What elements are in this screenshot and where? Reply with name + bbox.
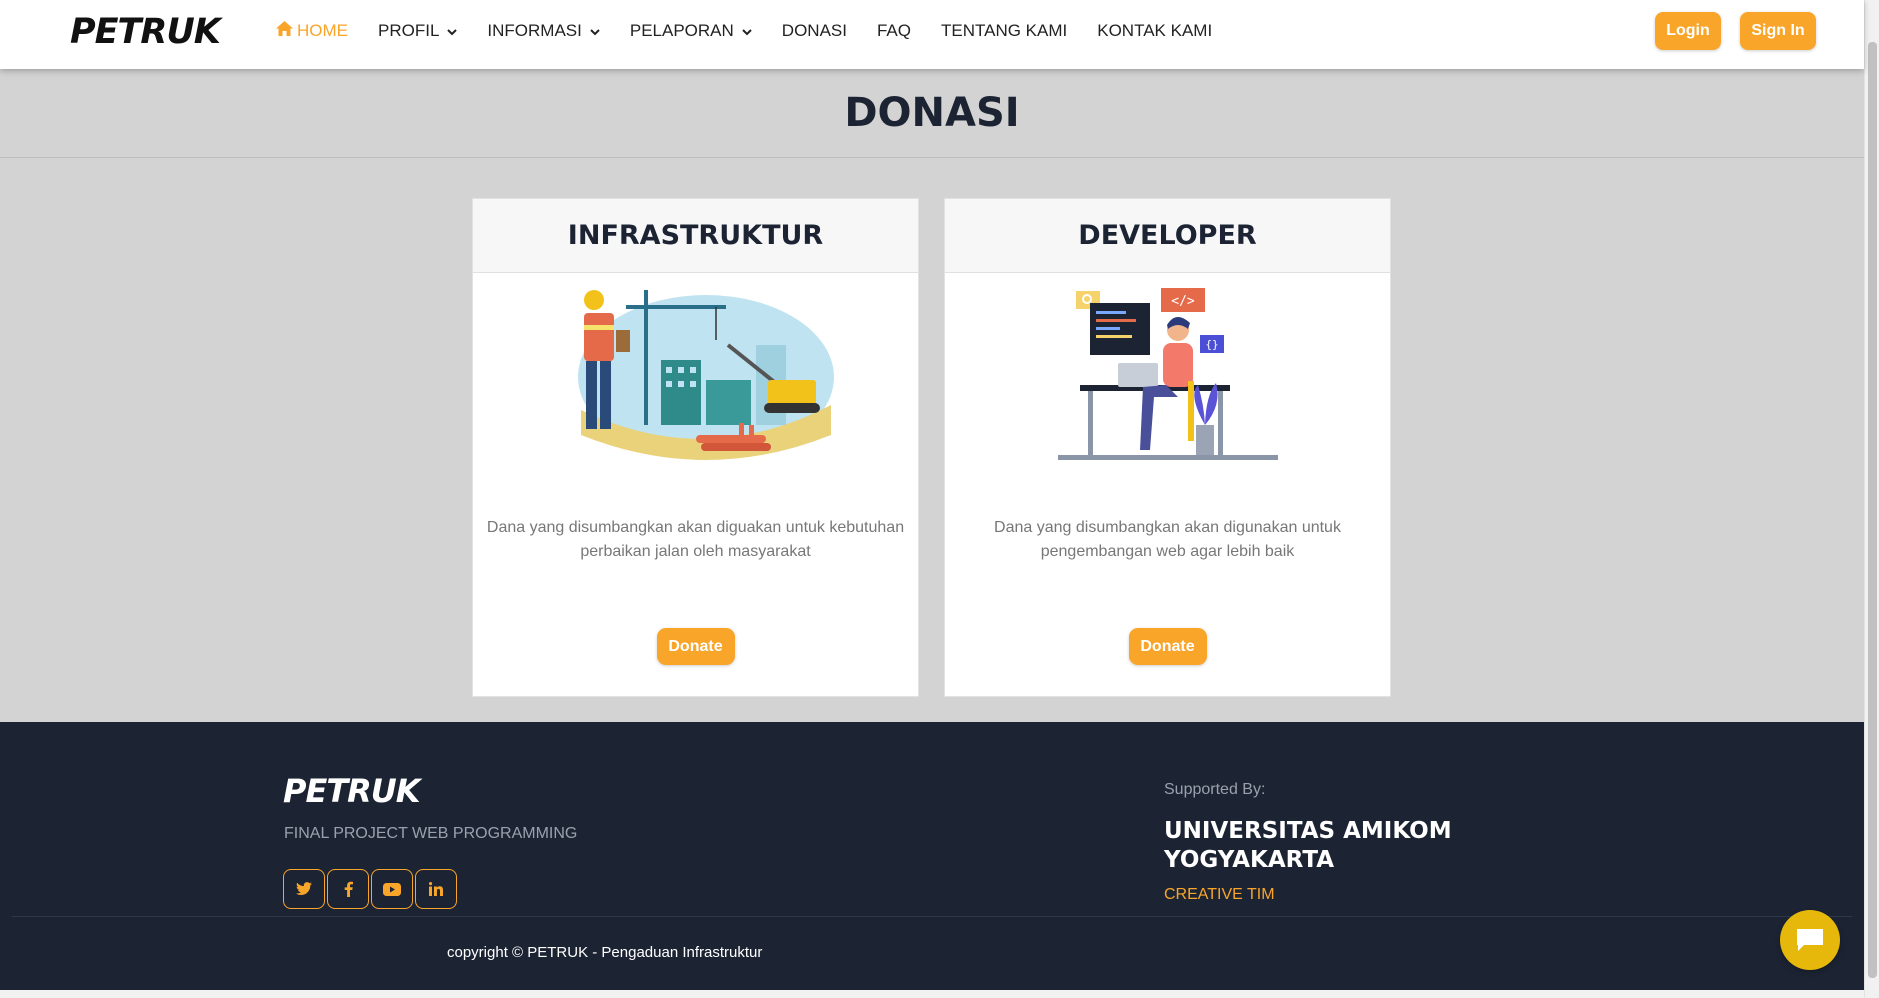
- donate-button[interactable]: Donate: [656, 628, 735, 665]
- nav-profil[interactable]: PROFIL: [378, 20, 458, 41]
- construction-illustration: [556, 285, 836, 470]
- nav-tentang-kami[interactable]: TENTANG KAMI: [941, 21, 1067, 41]
- brand-logo[interactable]: PETRUK: [70, 12, 221, 52]
- svg-text:</>: </>: [1171, 294, 1195, 309]
- nav-pelaporan-label: PELAPORAN: [629, 20, 734, 40]
- chevron-down-icon: [742, 21, 752, 41]
- creative-tim-link[interactable]: CREATIVE TIM: [1164, 886, 1275, 904]
- chat-icon: [1797, 929, 1823, 951]
- card-description: Dana yang disumbangkan akan digunakan un…: [994, 519, 1341, 560]
- card-title: DEVELOPER: [945, 199, 1390, 273]
- donation-card-developer: DEVELOPER </> {} Dana yang disumbangkan …: [944, 198, 1391, 697]
- nav-informasi[interactable]: INFORMASI: [487, 20, 600, 41]
- page-title: DONASI: [844, 90, 1020, 136]
- youtube-icon[interactable]: [371, 869, 413, 909]
- card-description: Dana yang disumbangkan akan diguakan unt…: [486, 519, 905, 560]
- chat-button[interactable]: [1780, 910, 1840, 970]
- nav-informasi-label: INFORMASI: [487, 20, 582, 40]
- svg-text:{}: {}: [1205, 338, 1218, 351]
- sign-in-button[interactable]: Sign In: [1740, 12, 1816, 50]
- footer-divider: [12, 916, 1852, 917]
- supported-by-label: Supported By:: [1164, 781, 1266, 798]
- chevron-down-icon: [590, 21, 600, 41]
- nav-faq[interactable]: FAQ: [877, 21, 911, 41]
- scrollbar-thumb[interactable]: [1868, 42, 1877, 978]
- donate-button[interactable]: Donate: [1128, 628, 1207, 665]
- footer-logo[interactable]: PETRUK: [283, 772, 421, 810]
- linkedin-icon[interactable]: [415, 869, 457, 909]
- university-name: UNIVERSITAS AMIKOM YOGYAKARTA: [1164, 818, 1452, 873]
- nav-pelaporan[interactable]: PELAPORAN: [630, 21, 752, 41]
- twitter-icon[interactable]: [283, 869, 325, 909]
- nav-donasi[interactable]: DONASI: [782, 21, 847, 41]
- vertical-scrollbar[interactable]: [1864, 0, 1879, 998]
- main-nav: HOME PROFIL INFORMASI PELAPORAN DONASI F…: [276, 0, 1242, 61]
- site-footer: PETRUK FINAL PROJECT WEB PROGRAMMING Sup…: [0, 722, 1864, 990]
- developer-illustration: </> {}: [1048, 285, 1288, 470]
- nav-profil-label: PROFIL: [378, 20, 440, 40]
- donation-card-infrastruktur: INFRASTRUKTUR Dana yang disumbangkan aka…: [472, 198, 919, 697]
- copyright-text: copyright © PETRUK - Pengaduan Infrastru…: [447, 944, 763, 961]
- facebook-icon[interactable]: [327, 869, 369, 909]
- nav-kontak-kami[interactable]: KONTAK KAMI: [1097, 21, 1212, 41]
- card-title: INFRASTRUKTUR: [473, 199, 918, 273]
- chevron-down-icon: [447, 21, 458, 41]
- top-navbar: PETRUK HOME PROFIL INFORMASI PELAPORAN D…: [0, 0, 1864, 69]
- home-icon: [276, 20, 293, 41]
- login-button[interactable]: Login: [1655, 12, 1721, 50]
- nav-home-label: HOME: [297, 20, 348, 40]
- footer-tagline: FINAL PROJECT WEB PROGRAMMING: [284, 825, 578, 842]
- nav-home[interactable]: HOME: [276, 20, 348, 41]
- title-divider: [0, 157, 1864, 158]
- horizontal-scrollbar[interactable]: [0, 990, 1864, 998]
- social-links: [283, 869, 459, 909]
